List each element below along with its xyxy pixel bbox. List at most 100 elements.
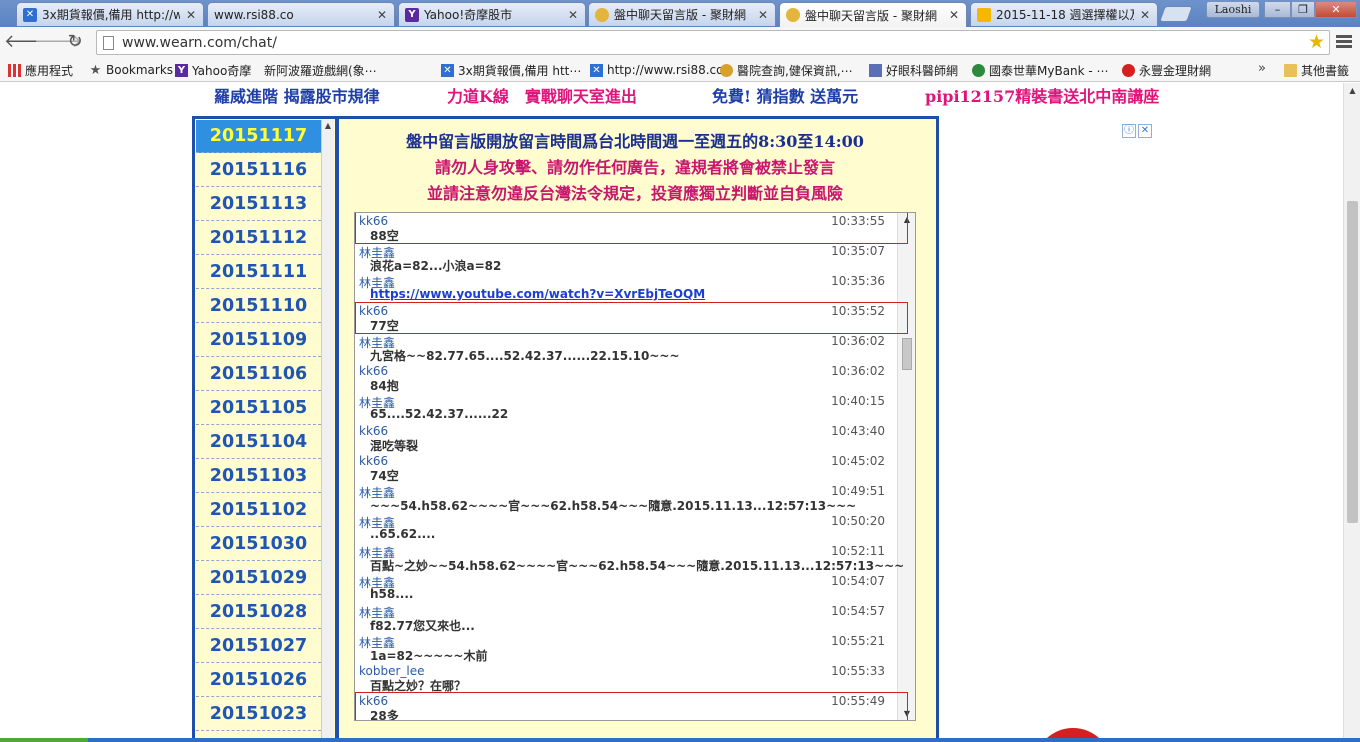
message-text: 84抱: [370, 379, 399, 393]
bookmark-item[interactable]: 醫院查詢,健保資訊,⋯: [720, 62, 853, 78]
date-link[interactable]: 20151103: [196, 459, 321, 493]
date-link[interactable]: 20151105: [196, 391, 321, 425]
ad-choices[interactable]: ⓘ ✕: [1122, 124, 1154, 138]
maximize-button[interactable]: ❐: [1291, 1, 1315, 18]
message-row: 林圭鑫 10:49:51 ~~~54.h58.62~~~~官~~~62.h58.54…: [355, 483, 895, 513]
bookmark-star-icon[interactable]: ★: [1308, 31, 1325, 54]
message-user[interactable]: kobber_lee: [359, 664, 425, 678]
message-user[interactable]: kk66: [359, 304, 388, 318]
bookmarks-overflow-button[interactable]: »: [1258, 61, 1266, 76]
message-user[interactable]: kk66: [359, 424, 388, 438]
date-link[interactable]: 20151030: [196, 527, 321, 561]
column-divider: [335, 119, 339, 742]
bookmark-item[interactable]: 新阿波羅遊戲網(象⋯: [264, 62, 377, 158]
scroll-up-icon[interactable]: ▲: [322, 120, 334, 132]
start-button[interactable]: [0, 738, 88, 742]
date-link[interactable]: 20151111: [196, 255, 321, 289]
message-link[interactable]: https://www.youtube.com/watch?v=XvrEbjTe…: [370, 287, 705, 301]
date-link[interactable]: 20151106: [196, 357, 321, 391]
browser-tab[interactable]: www.rsi88.co ✕: [207, 2, 395, 100]
date-link[interactable]: 20151104: [196, 425, 321, 459]
message-list[interactable]: ▲ ▼ kk66 10:33:55 88空 林圭鑫 10:35:07 浪花a=82...小…: [354, 212, 916, 721]
bookmark-item[interactable]: ★ Bookmarks: [89, 62, 173, 78]
address-bar[interactable]: www.wearn.com/chat/ ★: [96, 30, 1330, 55]
tree-icon: [972, 63, 985, 77]
reload-icon: ↻: [67, 31, 83, 52]
chrome-menu-button[interactable]: [1336, 33, 1352, 51]
browser-tab[interactable]: ✕ 3x期貨報價,備用 http://www ✕: [16, 2, 204, 26]
page-scrollbar[interactable]: ▲: [1343, 83, 1360, 742]
date-link[interactable]: 20151023: [196, 697, 321, 731]
bookmark-item[interactable]: 好眼科醫師網: [869, 62, 958, 78]
date-link[interactable]: 20151102: [196, 493, 321, 527]
browser-tab[interactable]: 2015-11-18 週選擇權以及月 ✕: [970, 2, 1158, 26]
other-bookmarks-folder[interactable]: 其他書籤: [1284, 62, 1349, 78]
browser-tab[interactable]: 盤中聊天留言版 - 聚財網 ✕: [779, 2, 967, 27]
message-user[interactable]: kk66: [359, 694, 388, 708]
close-tab-icon[interactable]: ✕: [567, 8, 579, 22]
profile-button[interactable]: Laoshi: [1206, 1, 1260, 18]
date-link[interactable]: 20151028: [196, 595, 321, 629]
page-scroll-thumb[interactable]: [1347, 201, 1358, 523]
message-user[interactable]: kk66: [359, 454, 388, 468]
bookmark-item[interactable]: 應用程式: [8, 62, 73, 78]
board-notice: 盤中留言版開放留言時間爲台北時間週一至週五的8:30至14:00 請勿人身攻擊、…: [345, 129, 925, 207]
scroll-up-icon[interactable]: ▲: [1344, 86, 1360, 95]
message-user[interactable]: kk66: [359, 364, 388, 378]
date-link[interactable]: 20151029: [196, 561, 321, 595]
close-tab-icon[interactable]: ✕: [757, 8, 769, 22]
menu-bar-icon: [1336, 45, 1352, 48]
date-link[interactable]: 20151117: [196, 120, 321, 153]
browser-tab[interactable]: 盤中聊天留言版 - 聚財網 ✕: [588, 2, 776, 26]
close-tab-icon[interactable]: ✕: [1139, 8, 1151, 22]
message-time: 10:36:02: [831, 364, 885, 378]
promo-link[interactable]: 免費! 猜指數 送萬元: [712, 83, 858, 107]
message-text: 1a=82~~~~~木前: [370, 649, 488, 663]
bookmark-item[interactable]: ✕ 3x期貨報價,備用 htt⋯: [441, 62, 581, 78]
scroll-thumb[interactable]: [902, 338, 912, 370]
close-tab-icon[interactable]: ✕: [185, 8, 197, 22]
reload-button[interactable]: ↻: [63, 31, 87, 53]
message-user[interactable]: kk66: [359, 214, 388, 228]
browser-tab[interactable]: Y Yahoo!奇摩股市 ✕: [398, 2, 586, 26]
date-link[interactable]: 20151109: [196, 323, 321, 357]
bookmark-item[interactable]: 國泰世華MyBank - ⋯: [972, 62, 1109, 78]
message-time: 10:45:02: [831, 454, 885, 468]
address-url[interactable]: www.wearn.com/chat/: [122, 35, 277, 51]
back-button[interactable]: 🡐: [4, 31, 52, 53]
close-window-button[interactable]: ✕: [1315, 1, 1357, 18]
date-link[interactable]: 20151027: [196, 629, 321, 663]
tab-strip: Laoshi – ❐ ✕ ✕3x期貨報價,備用 http://www✕www.r…: [0, 0, 1360, 100]
message-text: ~~~54.h58.62~~~~官~~~62.h58.54~~~隨意.2015.…: [370, 499, 857, 513]
promo-link[interactable]: 羅威進階 揭露股市規律: [214, 83, 380, 107]
date-link[interactable]: 20151112: [196, 221, 321, 255]
message-list-scrollbar[interactable]: ▲ ▼: [897, 213, 915, 720]
date-link[interactable]: 20151116: [196, 153, 321, 187]
bookmark-item[interactable]: Y Yahoo奇摩: [175, 62, 251, 78]
forward-button[interactable]: 🡒: [34, 31, 82, 53]
minimize-button[interactable]: –: [1264, 1, 1291, 18]
date-link[interactable]: 20151110: [196, 289, 321, 323]
page-icon: [103, 35, 114, 50]
sun-icon: [977, 7, 991, 22]
date-link[interactable]: 20151026: [196, 663, 321, 697]
message-row: 林圭鑫 10:55:21 1a=82~~~~~木前: [355, 633, 895, 663]
promo-link[interactable]: pipi12157精裝書送北中南講座: [925, 83, 1159, 107]
close-tab-icon[interactable]: ✕: [948, 8, 960, 22]
star-icon: ★: [89, 62, 102, 78]
bookmark-item[interactable]: 永豐金理財網: [1122, 62, 1211, 78]
bookmark-item[interactable]: ✕ http://www.rsi88.co/: [590, 62, 728, 78]
bookmark-label: 新阿波羅遊戲網(象⋯: [264, 63, 377, 78]
date-list-scrollbar[interactable]: ▲: [321, 120, 334, 742]
promo-link[interactable]: 力道K線 實戰聊天室進出: [447, 83, 637, 107]
message-time: 10:55:33: [831, 664, 885, 678]
yahoo-icon: Y: [405, 7, 419, 22]
ad-close-icon[interactable]: ✕: [1138, 124, 1152, 138]
date-link[interactable]: 20151113: [196, 187, 321, 221]
bookmark-label: 3x期貨報價,備用 htt⋯: [458, 63, 582, 78]
ad-info-icon[interactable]: ⓘ: [1122, 124, 1136, 138]
close-tab-icon[interactable]: ✕: [376, 8, 388, 22]
message-time: 10:54:57: [831, 604, 885, 618]
new-tab-button[interactable]: [1159, 6, 1193, 22]
message-time: 10:49:51: [831, 484, 885, 498]
